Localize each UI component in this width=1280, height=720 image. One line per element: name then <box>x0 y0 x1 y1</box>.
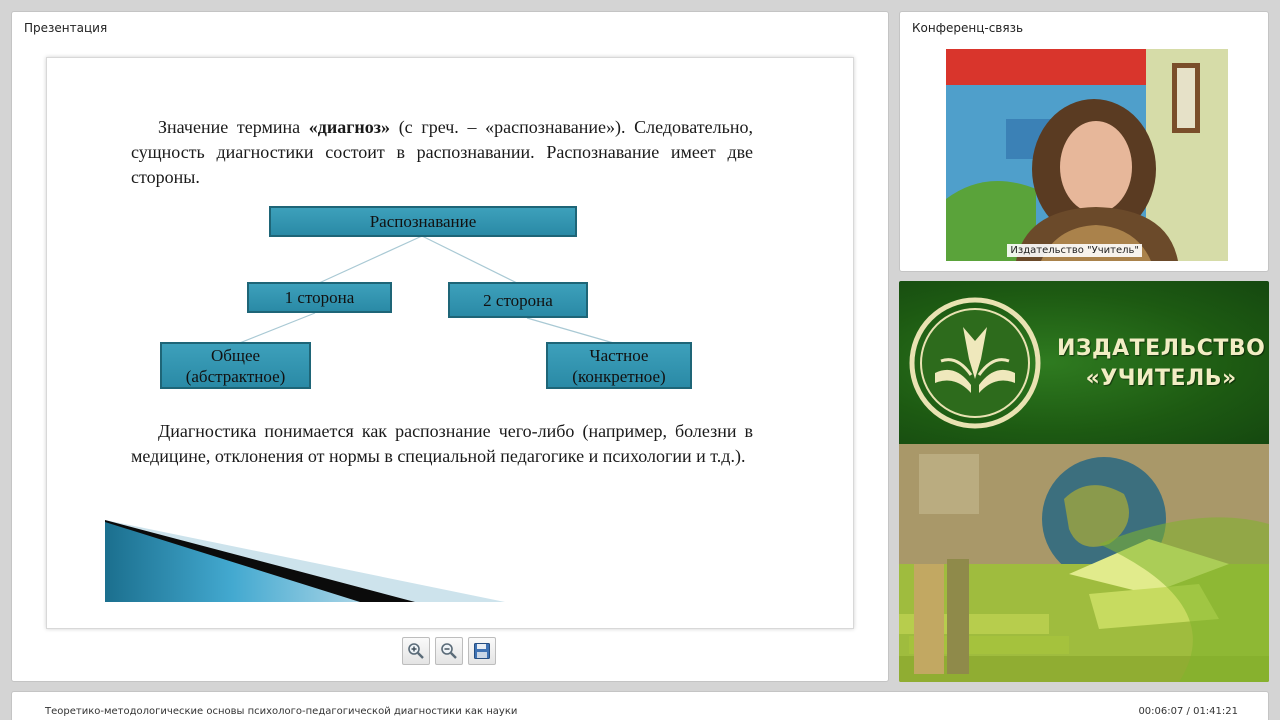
slide-toolbar <box>402 637 496 665</box>
diagram-root-label: Распознавание <box>369 212 477 231</box>
publisher-name-line2: «УЧИТЕЛЬ» <box>1085 366 1237 391</box>
connector-root-side1 <box>318 235 423 284</box>
presentation-panel: Презентация Значение термина «диагноз» (… <box>11 11 889 682</box>
publisher-name-line1: ИЗДАТЕЛЬСТВО <box>1057 336 1266 361</box>
diagram-side-2-box: 2 сторона <box>448 282 588 318</box>
zoom-out-button[interactable] <box>435 637 463 665</box>
slide: Значение термина «диагноз» (с греч. – «р… <box>46 57 854 629</box>
diagram-leaf-general-line2: (абстрактное) <box>185 366 286 386</box>
publisher-books-image <box>899 444 1269 682</box>
zoom-in-button[interactable] <box>402 637 430 665</box>
video-feed[interactable]: Издательство "Учитель" <box>946 49 1228 261</box>
slide-decoration-wedge <box>105 520 505 602</box>
diagram-side-2-label: 2 сторона <box>483 290 553 310</box>
zoom-out-icon <box>441 643 457 659</box>
diagram-leaf-general-line1: Общее <box>210 345 261 365</box>
save-button[interactable] <box>468 637 496 665</box>
lecture-title: Теоретико-методологические основы психол… <box>45 706 518 717</box>
diagram-side-1-box: 1 сторона <box>247 282 392 313</box>
connector-root-side2 <box>421 235 518 284</box>
diagram-leaf-particular-box: Частное (конкретное) <box>546 342 692 389</box>
publisher-logo-icon <box>909 297 1041 429</box>
conference-panel-title: Конференц-связь <box>912 21 1024 35</box>
player-footer: Теоретико-методологические основы психол… <box>11 691 1269 720</box>
publisher-name: ИЗДАТЕЛЬСТВО «УЧИТЕЛЬ» <box>1057 334 1265 394</box>
video-caption: Издательство "Учитель" <box>1007 244 1142 257</box>
playback-time: 00:06:07 / 01:41:21 <box>1138 706 1238 717</box>
publisher-panel: ИЗДАТЕЛЬСТВО «УЧИТЕЛЬ» <box>899 281 1269 682</box>
books-globe-illustration <box>899 444 1269 682</box>
conference-panel: Конференц-связь Издательство "Учитель" <box>899 11 1269 272</box>
diagram-leaf-general-box: Общее (абстрактное) <box>160 342 311 389</box>
diagram-leaf-particular-line1: Частное <box>589 345 649 365</box>
zoom-in-icon <box>408 643 424 659</box>
diagram-root-box: Распознавание <box>269 206 577 237</box>
paragraph-2-text: Диагностика понимается как распознание ч… <box>131 421 753 466</box>
diagram-side-1-label: 1 сторона <box>284 288 355 307</box>
slide-paragraph-2: Диагностика понимается как распознание ч… <box>131 419 753 469</box>
video-frame-image <box>946 49 1228 261</box>
presentation-panel-title: Презентация <box>24 21 108 35</box>
connector-side1-leaf1 <box>236 312 316 345</box>
save-icon <box>474 643 490 659</box>
connector-side2-leaf2 <box>526 317 618 345</box>
diagram-leaf-particular-line2: (конкретное) <box>572 366 666 386</box>
publisher-banner: ИЗДАТЕЛЬСТВО «УЧИТЕЛЬ» <box>899 281 1269 444</box>
